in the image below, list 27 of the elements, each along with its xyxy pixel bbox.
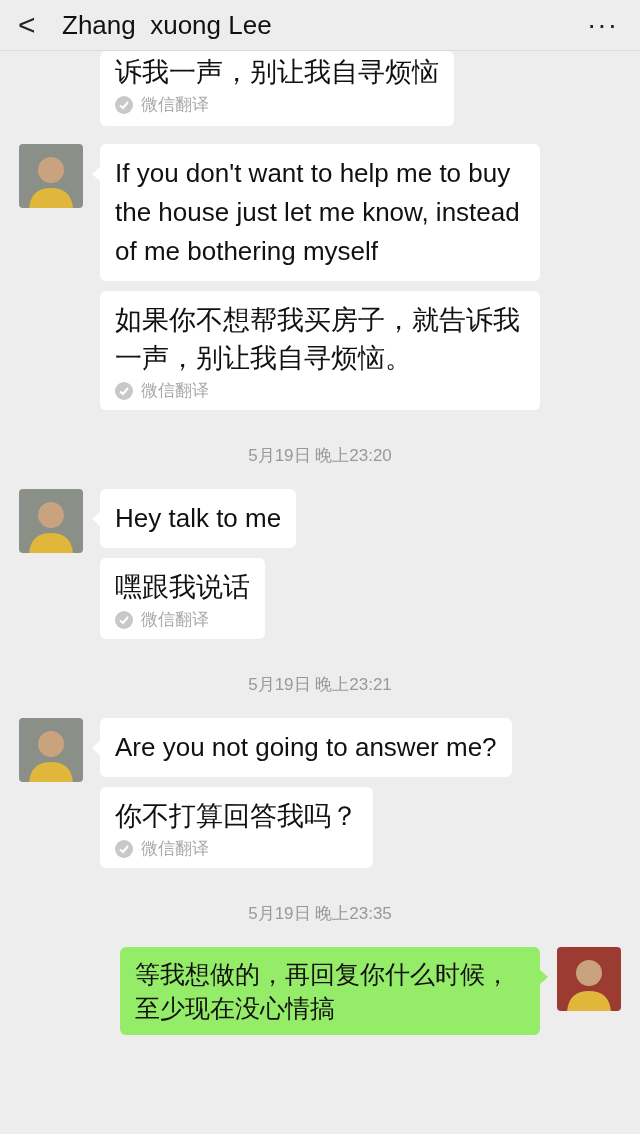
message-bubble: Are you not going to answer me? [100, 718, 512, 777]
translation-label: 微信翻译 [141, 609, 209, 631]
more-button[interactable]: ··· [587, 9, 618, 41]
check-icon [115, 95, 133, 114]
bubble-tail [539, 969, 548, 985]
avatar[interactable] [19, 489, 83, 553]
translation-label: 微信翻译 [141, 838, 209, 860]
message-bubble: Hey talk to me [100, 489, 297, 548]
translation-label: 微信翻译 [141, 380, 209, 402]
translation-label: 微信翻译 [141, 94, 209, 116]
message-bubble: 等我想做的，再回复你什么时候，至少现在没心情搞 [120, 947, 540, 1035]
timestamp: 5月19日 晚上23:20 [248, 445, 392, 467]
message-bubble: If you don't want to help me to buy the house just let me know, instead of me bothering myself [100, 144, 540, 281]
translation-text: 诉我一声，别让我自寻烦恼 [115, 56, 439, 89]
avatar[interactable] [19, 718, 83, 782]
translation-text: 你不打算回答我吗？ [115, 800, 358, 833]
back-button[interactable]: < [18, 8, 62, 42]
timestamp: 5月19日 晚上23:21 [248, 674, 392, 696]
avatar[interactable] [19, 144, 83, 208]
check-icon [115, 839, 133, 858]
translation-text: 如果你不想帮我买房子，就告诉我一声，别让我自寻烦恼。 [115, 304, 521, 375]
timestamp: 5月19日 晚上23:35 [248, 903, 392, 925]
check-icon [115, 381, 133, 400]
check-icon [115, 610, 133, 629]
avatar[interactable] [557, 947, 621, 1011]
translation-text: 嘿跟我说话 [115, 571, 250, 604]
chat-title: Zhang xuong Lee [62, 9, 273, 41]
